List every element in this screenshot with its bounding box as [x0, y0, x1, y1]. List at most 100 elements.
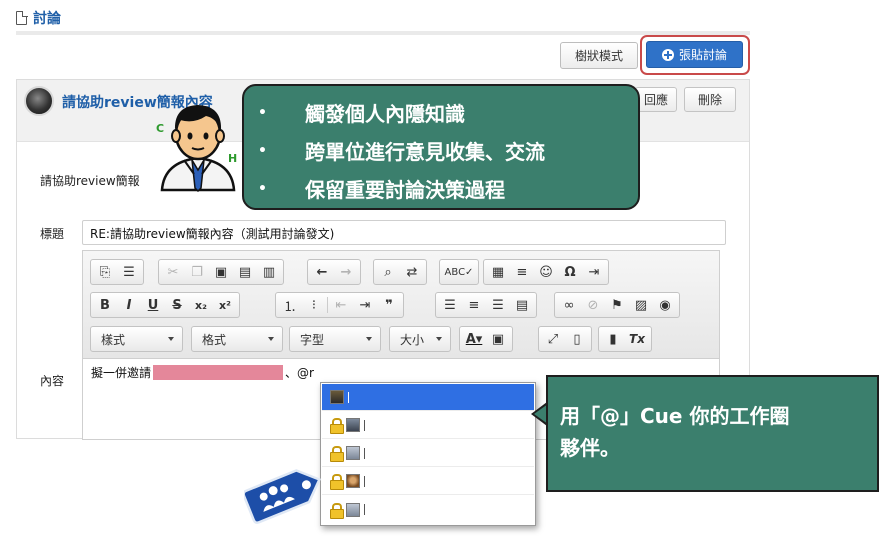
font-dropdown-label: 字型: [300, 332, 325, 347]
preview-icon[interactable]: ⎘: [93, 261, 117, 283]
paste-icon[interactable]: ▣: [209, 261, 233, 283]
flash-icon[interactable]: ◉: [653, 294, 677, 316]
lock-icon: [330, 474, 344, 490]
document-icon: [16, 10, 28, 25]
tree-view-button[interactable]: 樹狀模式: [560, 42, 638, 69]
special-char-icon[interactable]: Ω: [558, 261, 582, 283]
superscript-button[interactable]: x²: [213, 294, 237, 316]
subscript-button[interactable]: x₂: [189, 294, 213, 316]
format-dropdown-label: 格式: [202, 332, 227, 347]
align-center-icon[interactable]: ≡: [462, 294, 486, 316]
toolbar-group-align: ☰ ≡ ☰ ▤: [435, 292, 537, 318]
paste-text-icon[interactable]: ▤: [233, 261, 257, 283]
outdent-icon[interactable]: ⇤: [329, 294, 353, 316]
toolbar-separator: [327, 297, 328, 313]
chevron-down-icon: [436, 337, 442, 341]
page-title: 討論: [33, 11, 61, 27]
content-prefix: 擬一併邀請: [91, 366, 152, 380]
callout-point-3: • 保留重要討論決策過程: [258, 174, 505, 203]
subject-label: 標題: [40, 227, 65, 241]
toolbar-group-undo: ← →: [307, 259, 361, 285]
unlink-icon[interactable]: ⊘: [581, 294, 605, 316]
user-avatar-icon: [330, 390, 344, 404]
replace-icon[interactable]: ⇄: [400, 261, 424, 283]
font-dropdown[interactable]: 字型: [289, 326, 381, 352]
post-discussion-button[interactable]: 張貼討論: [646, 41, 743, 68]
align-left-icon[interactable]: ☰: [438, 294, 462, 316]
mention-option[interactable]: [322, 412, 534, 439]
bullet-dot: •: [258, 180, 267, 197]
mention-callout: 用「@」Cue 你的工作圈 夥伴。: [546, 375, 879, 492]
company-tag-logo-icon: [244, 469, 322, 524]
horizontal-line-icon[interactable]: ≡: [510, 261, 534, 283]
callout-point-1-text: 觸發個人內隱知識: [304, 102, 465, 126]
toolbar-group-colors: A▾ ▣: [459, 326, 513, 352]
editor-content[interactable]: 擬一併邀請 、@r: [91, 364, 314, 381]
user-avatar-icon: [346, 446, 360, 460]
maximize-icon[interactable]: ⤢: [541, 328, 565, 350]
redo-icon[interactable]: →: [334, 261, 358, 283]
cut-icon[interactable]: ✂: [161, 261, 185, 283]
underline-button[interactable]: U: [141, 294, 165, 316]
author-avatar[interactable]: [24, 86, 54, 116]
lock-icon: [330, 502, 344, 519]
spellcheck-icon[interactable]: ABC✓: [442, 261, 476, 283]
bold-button[interactable]: B: [93, 294, 117, 316]
editor-toolbar: ⎘ ☰ ✂ ❐ ▣ ▤ ▥ ← → ⌕ ⇄ ABC✓ ▦ ≡ ☺ Ω ⇥ B I…: [83, 251, 719, 359]
undo-icon[interactable]: ←: [310, 261, 334, 283]
numbered-list-icon[interactable]: ⒈: [278, 294, 302, 316]
bullet-dot: •: [258, 104, 267, 121]
find-icon[interactable]: ⌕: [376, 261, 400, 283]
align-right-icon[interactable]: ☰: [486, 294, 510, 316]
chevron-down-icon: [268, 337, 274, 341]
name-cursor: [364, 447, 365, 459]
callout-point-3-text: 保留重要討論決策過程: [304, 178, 505, 202]
link-icon[interactable]: ∞: [557, 294, 581, 316]
feature-callout: • 觸發個人內隱知識 • 跨單位進行意見收集、交流 • 保留重要討論決策過程: [242, 84, 640, 210]
copy-icon[interactable]: ❐: [185, 261, 209, 283]
image-icon[interactable]: ▨: [629, 294, 653, 316]
reply-button[interactable]: 回應: [635, 87, 677, 112]
subject-input[interactable]: RE:請協助review簡報內容（測試用討論發文): [82, 220, 726, 245]
lock-icon: [330, 418, 344, 434]
template-icon[interactable]: ☰: [117, 261, 141, 283]
lock-icon: [330, 446, 344, 462]
justify-icon[interactable]: ▤: [510, 294, 534, 316]
toolbar-group-clipboard: ✂ ❐ ▣ ▤ ▥: [158, 259, 284, 285]
blockquote-icon[interactable]: ❞: [377, 294, 401, 316]
smiley-icon[interactable]: ☺: [534, 261, 558, 283]
toolbar-group-tools: ⤢ ▯: [538, 326, 592, 352]
strike-button[interactable]: S: [165, 294, 189, 316]
table-icon[interactable]: ▦: [486, 261, 510, 283]
show-blocks-icon[interactable]: ▯: [565, 328, 589, 350]
indent-icon[interactable]: ⇥: [353, 294, 377, 316]
page-break-icon[interactable]: ⇥: [582, 261, 606, 283]
mascot-businessman-icon: [160, 105, 236, 192]
chevron-down-icon: [366, 337, 372, 341]
user-avatar-icon: [346, 502, 360, 517]
italic-button[interactable]: I: [117, 294, 141, 316]
remove-format-icon[interactable]: Tx: [625, 328, 649, 350]
toolbar-group-basic-style: B I U S x₂ x²: [90, 292, 240, 318]
name-cursor: [364, 475, 365, 487]
copy-format-icon[interactable]: ▮: [601, 328, 625, 350]
background-color-icon[interactable]: ▣: [486, 328, 510, 350]
redacted-name: [153, 365, 284, 380]
format-dropdown[interactable]: 格式: [191, 326, 283, 352]
mention-option[interactable]: [322, 496, 534, 523]
name-cursor: [364, 419, 365, 431]
mention-dropdown: [320, 382, 536, 526]
mention-option[interactable]: [322, 440, 534, 467]
paste-word-icon[interactable]: ▥: [257, 261, 281, 283]
mention-option[interactable]: [322, 468, 534, 495]
bulleted-list-icon[interactable]: ⁝: [302, 294, 326, 316]
style-dropdown[interactable]: 樣式: [90, 326, 183, 352]
anchor-flag-icon[interactable]: ⚑: [605, 294, 629, 316]
text-color-icon[interactable]: A▾: [462, 328, 486, 350]
post-discussion-label: 張貼討論: [678, 48, 727, 62]
mention-option[interactable]: [322, 384, 534, 411]
callout-point-2-text: 跨單位進行意見收集、交流: [304, 140, 545, 164]
callout-point-1: • 觸發個人內隱知識: [258, 98, 465, 127]
size-dropdown[interactable]: 大小: [389, 326, 451, 352]
delete-button[interactable]: 刪除: [684, 87, 736, 112]
